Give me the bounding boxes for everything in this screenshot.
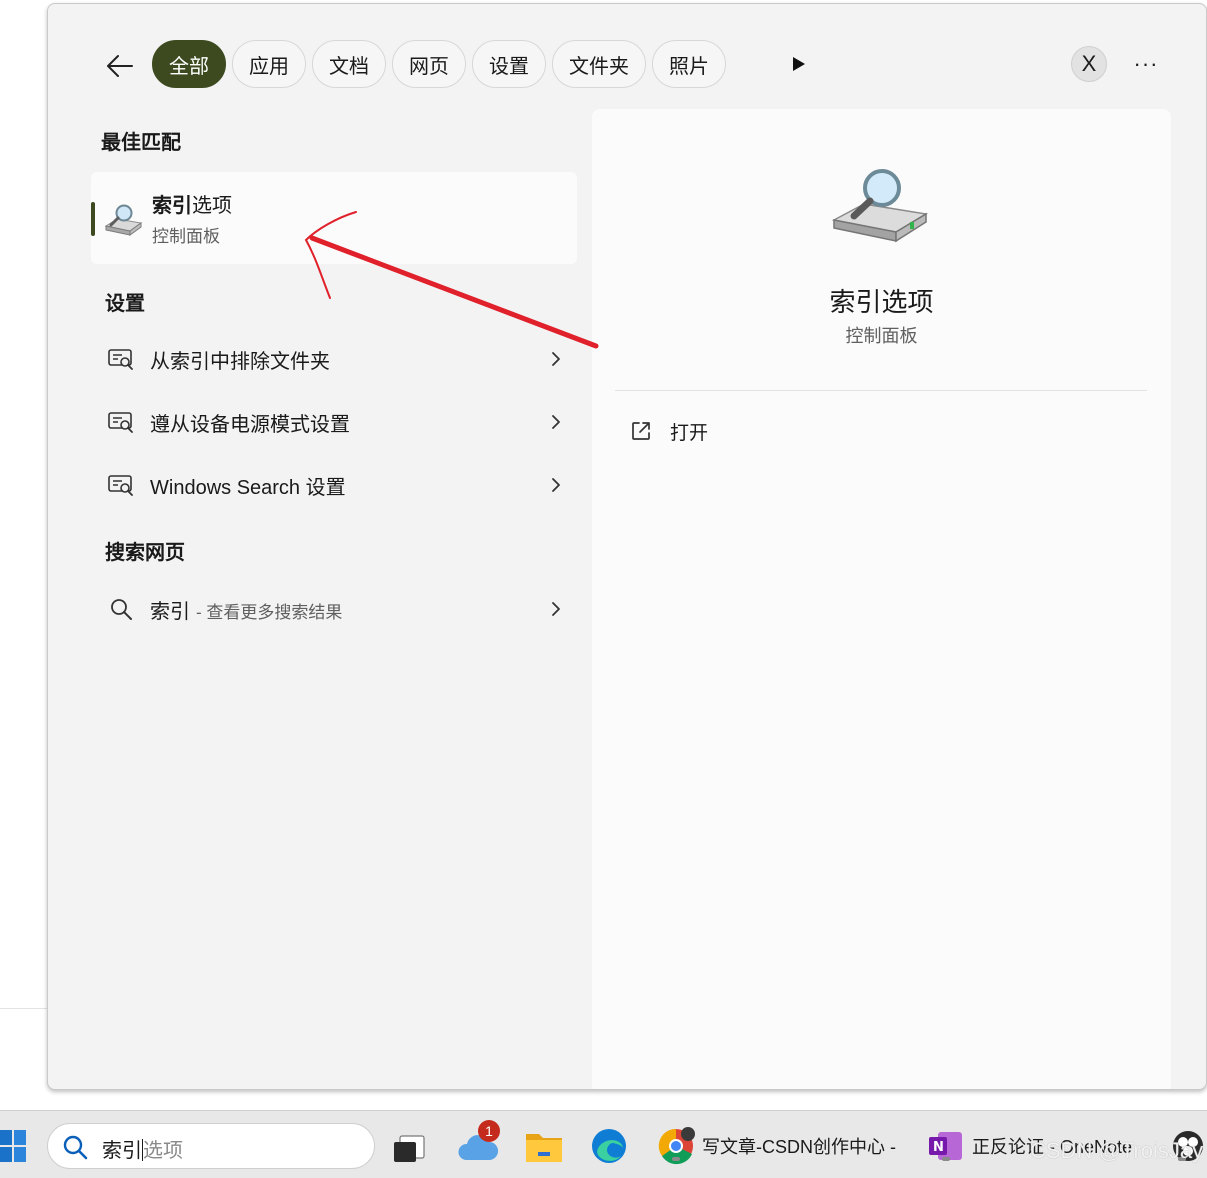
web-search-query-text: 索引 [150, 600, 190, 623]
detail-pane: 索引选项 控制面板 打开 [592, 109, 1171, 1089]
edge-browser-icon [592, 1129, 626, 1163]
windows-logo-icon [0, 1130, 26, 1162]
taskbar-search-text: 索引选项 [102, 1134, 183, 1163]
filter-chip-all[interactable]: 全部 [152, 40, 226, 88]
indexing-options-icon [104, 204, 143, 236]
running-indicator [942, 1157, 950, 1161]
best-match-result[interactable]: 索引选项 控制面板 [91, 172, 577, 264]
file-explorer-button[interactable] [524, 1125, 564, 1167]
search-icon [106, 594, 136, 624]
filter-chip-documents[interactable]: 文档 [312, 40, 386, 88]
best-match-subtitle: 控制面板 [152, 227, 220, 246]
web-search-result[interactable]: 索引 - 查看更多搜索结果 [100, 581, 570, 637]
settings-search-icon [106, 470, 136, 500]
chrome-window-title: 写文章-CSDN创作中心 - [702, 1137, 896, 1157]
best-match-title-highlight: 索引 [152, 195, 192, 217]
filter-chip-web[interactable]: 网页 [392, 40, 466, 88]
onedrive-button[interactable]: 1 [458, 1120, 500, 1167]
web-search-heading: 搜索网页 [105, 542, 185, 564]
open-external-icon [628, 418, 654, 444]
filter-chip-folders[interactable]: 文件夹 [552, 40, 646, 88]
watermark: CSDN @TroisJay [1030, 1138, 1204, 1163]
arrow-left-icon [107, 55, 133, 77]
chevron-right-icon [542, 345, 570, 373]
task-view-icon [394, 1135, 425, 1162]
open-action-label: 打开 [670, 422, 709, 444]
filter-chip-settings[interactable]: 设置 [472, 40, 546, 88]
taskbar: 索引选项 1 写文章-CSDN创作中心 - N 正反论证 - OneNote [0, 1110, 1207, 1178]
start-button[interactable] [0, 1129, 28, 1163]
more-options-button[interactable]: ··· [1128, 48, 1164, 80]
setting-result-label: 从索引中排除文件夹 [150, 350, 330, 373]
best-match-title: 索引选项 [152, 189, 232, 218]
setting-result-exclude-folders[interactable]: 从索引中排除文件夹 [100, 331, 570, 387]
open-action[interactable]: 打开 [628, 411, 708, 451]
setting-result-label: 遵从设备电源模式设置 [150, 413, 350, 436]
onedrive-icon-wrap: 1 [458, 1120, 500, 1166]
chevron-right-icon [542, 595, 570, 623]
selection-indicator [91, 202, 95, 236]
web-search-query: 索引 - 查看更多搜索结果 [150, 595, 342, 624]
settings-heading: 设置 [105, 293, 145, 315]
search-autocomplete: 选项 [143, 1140, 183, 1162]
detail-divider [615, 390, 1147, 391]
best-match-title-rest: 选项 [192, 195, 232, 217]
search-icon [63, 1135, 88, 1160]
chevron-right-icon [542, 471, 570, 499]
chrome-window-button[interactable]: 写文章-CSDN创作中心 - [656, 1125, 896, 1167]
detail-subtitle: 控制面板 [845, 326, 918, 346]
setting-result-power-mode[interactable]: 遵从设备电源模式设置 [100, 394, 570, 450]
edge-button[interactable] [589, 1125, 629, 1167]
search-flyout: 全部 应用 文档 网页 设置 文件夹 照片 X ··· 最佳匹配 索引选项 控制… [47, 3, 1207, 1090]
search-typed-text: 索引 [102, 1140, 142, 1162]
more-filters-button[interactable] [784, 48, 814, 80]
settings-search-icon [106, 407, 136, 437]
running-indicator [672, 1157, 680, 1161]
settings-search-icon [106, 344, 136, 374]
notification-badge: 1 [478, 1120, 500, 1142]
detail-title: 索引选项 [829, 287, 934, 317]
task-view-button[interactable] [390, 1125, 430, 1167]
taskbar-search-input[interactable]: 索引选项 [47, 1123, 375, 1169]
svg-text:N: N [933, 1140, 944, 1155]
setting-result-windows-search[interactable]: Windows Search 设置 [100, 457, 570, 513]
filter-chip-apps[interactable]: 应用 [232, 40, 306, 88]
setting-result-label: Windows Search 设置 [150, 476, 346, 499]
back-button[interactable] [100, 46, 140, 86]
best-match-heading: 最佳匹配 [101, 132, 181, 154]
web-search-hint: - 查看更多搜索结果 [196, 602, 343, 622]
filter-chip-photos[interactable]: 照片 [652, 40, 726, 88]
background-window-edge [0, 1008, 48, 1009]
indexing-options-icon [831, 169, 929, 243]
chevron-right-icon [542, 408, 570, 436]
folder-icon [526, 1134, 562, 1162]
filter-chips: 全部 应用 文档 网页 设置 文件夹 照片 [152, 40, 726, 88]
play-icon [793, 57, 805, 71]
account-avatar[interactable]: X [1071, 46, 1107, 82]
